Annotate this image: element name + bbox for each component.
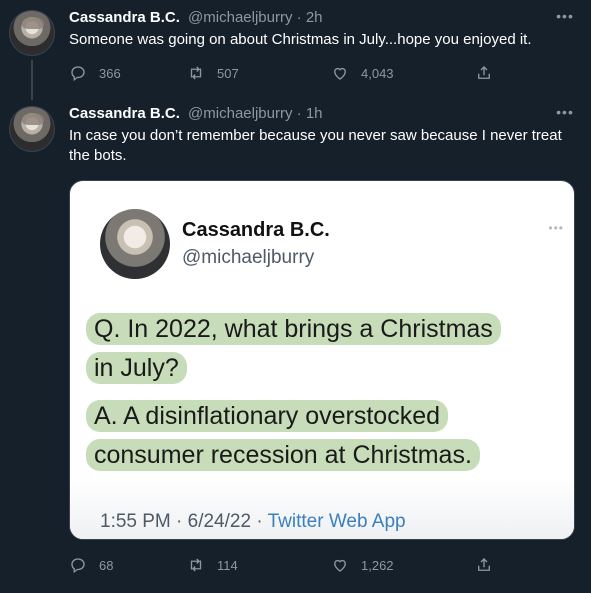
tweet[interactable]: Cassandra B.C. @michaeljburry · 1h ••• I…	[0, 98, 591, 593]
retweet-count: 507	[217, 65, 239, 81]
tweet-text: Someone was going on about Christmas in …	[69, 31, 532, 48]
embedded-text-line: A. A disinflationary overstocked	[86, 400, 449, 432]
display-name[interactable]: Cassandra B.C.	[69, 105, 180, 122]
reply-count: 366	[99, 65, 121, 81]
reply-button[interactable]: 68	[69, 555, 113, 575]
like-icon	[334, 67, 346, 80]
tweet-header: Cassandra B.C. @michaeljburry · 1h	[69, 105, 323, 123]
separator-dot: ·	[296, 105, 302, 122]
embedded-display-name: Cassandra B.C.	[182, 219, 330, 241]
thread-connector	[31, 60, 33, 100]
user-handle[interactable]: @michaeljburry	[188, 9, 292, 26]
like-count: 4,043	[361, 65, 394, 81]
embedded-timestamp: 1:55 PM · 6/24/22 ·	[100, 511, 263, 532]
tweet-header: Cassandra B.C. @michaeljburry · 2h	[69, 9, 323, 27]
tweet[interactable]: Cassandra B.C. @michaeljburry · 2h ••• S…	[0, 0, 591, 100]
tweet-text: In case you don’t remember because you n…	[69, 127, 562, 164]
like-button[interactable]: 4,043	[331, 63, 394, 83]
retweet-button[interactable]: 507	[187, 63, 239, 83]
display-name[interactable]: Cassandra B.C.	[69, 9, 180, 26]
user-handle[interactable]: @michaeljburry	[188, 105, 292, 122]
embedded-avatar	[100, 209, 170, 279]
embedded-footer: 1:55 PM · 6/24/22 · Twitter Web App	[100, 511, 406, 533]
embedded-text-line: Q. In 2022, what brings a Christmas	[86, 313, 501, 345]
share-button[interactable]	[475, 555, 493, 575]
embedded-text-line: in July?	[86, 352, 187, 384]
share-icon	[478, 66, 490, 79]
reply-button[interactable]: 366	[69, 63, 121, 83]
avatar[interactable]	[9, 106, 55, 152]
avatar[interactable]	[9, 10, 55, 56]
more-icon[interactable]: •••	[555, 105, 575, 121]
embedded-text-line: consumer recession at Christmas.	[86, 439, 480, 471]
retweet-icon	[190, 558, 202, 572]
embedded-handle: @michaeljburry	[182, 247, 315, 268]
timestamp[interactable]: 2h	[306, 9, 323, 26]
like-button[interactable]: 1,262	[331, 555, 394, 575]
separator-dot: ·	[296, 9, 302, 26]
share-button[interactable]	[475, 63, 493, 83]
reply-count: 68	[99, 557, 114, 573]
embedded-more-icon: •••	[548, 221, 564, 235]
retweet-button[interactable]: 114	[187, 555, 238, 575]
reply-icon	[71, 558, 85, 574]
embedded-source: Twitter Web App	[267, 511, 406, 532]
like-count: 1,262	[361, 557, 394, 573]
share-icon	[478, 558, 490, 571]
like-icon	[334, 559, 346, 572]
tweet-actions: 366 507 4,043	[69, 63, 509, 83]
timestamp[interactable]: 1h	[306, 105, 323, 122]
reply-icon	[71, 66, 85, 82]
retweet-count: 114	[217, 557, 238, 573]
tweet-actions: 68 114 1,262	[69, 555, 509, 575]
more-icon[interactable]: •••	[555, 9, 575, 25]
media-image[interactable]: Cassandra B.C. @michaeljburry ••• Q. In …	[69, 180, 575, 540]
retweet-icon	[190, 66, 202, 80]
